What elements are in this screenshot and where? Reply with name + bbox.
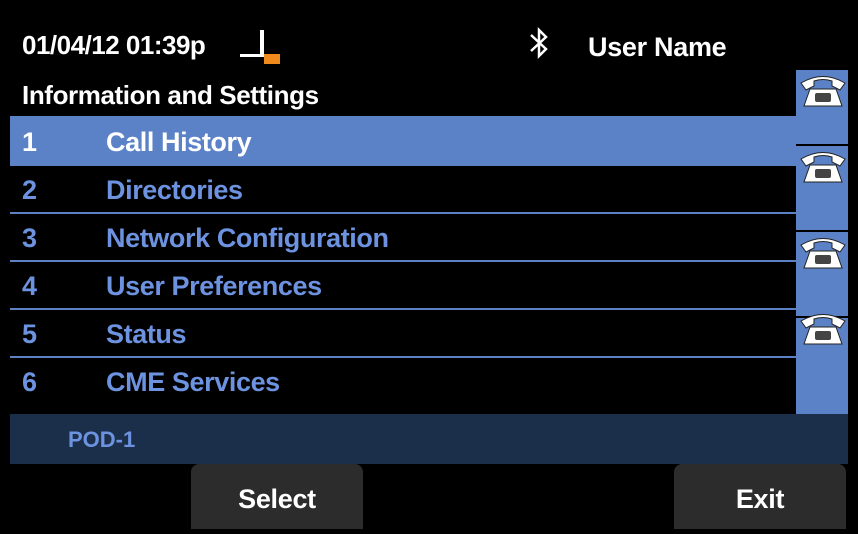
exit-softkey[interactable]: Exit [674,464,846,529]
menu-item-user-preferences[interactable]: 4 User Preferences [10,260,796,308]
menu-title: Information and Settings [10,70,796,116]
menu-item-status[interactable]: 5 Status [10,308,796,356]
softkey-bar: Select Exit [0,464,858,529]
menu-item-number: 3 [22,223,37,253]
menu-item-number: 6 [22,367,37,397]
phone-icon[interactable] [799,70,847,108]
menu-item-label: Call History [106,127,252,157]
phone-screen: 01/04/12 01:39p User Name Information an… [0,0,858,529]
menu-item-number: 2 [22,175,37,205]
phone-icon[interactable] [799,308,847,346]
menu-item-label: Directories [106,175,243,205]
menu-item-directories[interactable]: 2 Directories [10,164,796,212]
menu-item-number: 5 [22,319,37,349]
offhook-icon [240,30,280,64]
datetime: 01/04/12 01:39p [22,30,206,60]
user-name: User Name [588,32,727,62]
menu-item-label: Network Configuration [106,223,389,253]
menu-item-call-history[interactable]: 1 Call History [10,116,796,164]
menu-item-label: User Preferences [106,271,322,301]
phone-icon[interactable] [799,232,847,270]
menu-item-label: CME Services [106,367,280,397]
menu-item-number: 4 [22,271,37,301]
line-keys-column [796,70,848,414]
status-line-bar: POD-1 [10,414,848,464]
settings-menu: 1 Call History 2 Directories 3 Network C… [10,116,796,404]
header-bar: 01/04/12 01:39p User Name [10,18,848,70]
menu-item-label: Status [106,319,187,349]
menu-item-network-configuration[interactable]: 3 Network Configuration [10,212,796,260]
status-line-text: POD-1 [68,427,136,452]
bluetooth-icon [530,26,548,60]
phone-icon[interactable] [799,146,847,184]
menu-item-cme-services[interactable]: 6 CME Services [10,356,796,404]
select-softkey[interactable]: Select [191,464,363,529]
menu-item-number: 1 [22,127,37,157]
